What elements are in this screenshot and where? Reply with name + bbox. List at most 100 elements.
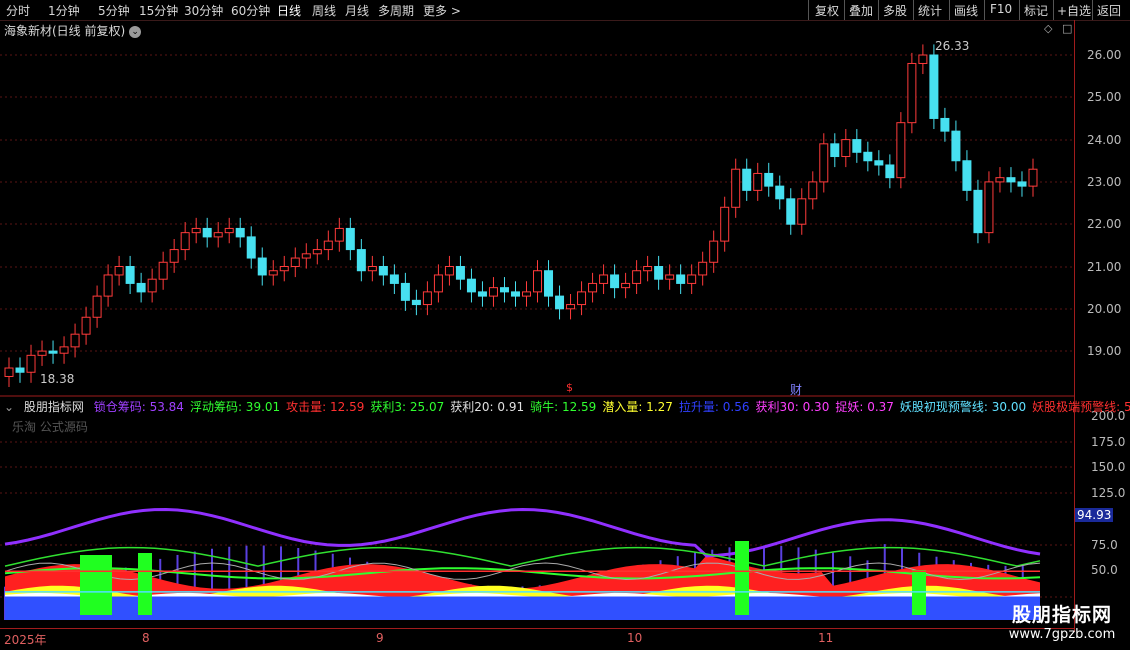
- candle-body: [147, 278, 157, 293]
- indicator-name[interactable]: 股朋指标网: [24, 400, 84, 414]
- candle-body: [863, 151, 873, 162]
- candle-body: [92, 295, 102, 318]
- overlay-button[interactable]: 叠加: [849, 2, 873, 19]
- toolbar-divider: [844, 0, 845, 20]
- price-tick: 22.00: [1087, 217, 1122, 231]
- candle-body: [775, 185, 785, 200]
- candle-body: [874, 160, 884, 166]
- candle-body: [1006, 177, 1016, 183]
- candle-body: [136, 282, 146, 293]
- signal-block: [138, 553, 152, 615]
- tab-30min[interactable]: 30分钟: [184, 2, 223, 19]
- add-watchlist-button[interactable]: +自选: [1057, 2, 1091, 19]
- tab-monthly[interactable]: 月线: [345, 2, 369, 19]
- f10-button[interactable]: F10: [990, 2, 1012, 16]
- candle-body: [499, 287, 509, 293]
- event-marker-finance[interactable]: 财: [790, 381, 802, 398]
- candle-body: [48, 350, 58, 354]
- multi-stock-button[interactable]: 多股: [883, 2, 907, 19]
- indicator-legend-item: 潜入量: 1.27: [602, 400, 673, 414]
- tab-5min[interactable]: 5分钟: [98, 2, 130, 19]
- tab-intraday[interactable]: 分时: [6, 2, 30, 19]
- event-marker-dividend[interactable]: $: [566, 381, 573, 394]
- candle-body: [632, 270, 642, 284]
- tab-more[interactable]: 更多 >: [423, 2, 461, 19]
- candle-body: [610, 274, 620, 289]
- watermark-title: 股朋指标网: [1011, 604, 1112, 626]
- candle-body: [268, 270, 278, 276]
- price-tick: 23.00: [1087, 175, 1122, 189]
- indicator-legend-item: 获利3: 25.07: [370, 400, 445, 414]
- attack-volume-area: [5, 555, 1040, 620]
- indicator-tick: 50.0: [1091, 563, 1118, 577]
- toolbar-divider: [1053, 0, 1054, 20]
- base-area: [5, 592, 1040, 620]
- date-label: 9: [376, 631, 384, 645]
- statistics-button[interactable]: 统计: [918, 2, 942, 19]
- candle-body: [907, 62, 917, 124]
- chevron-down-icon[interactable]: ⌄: [129, 25, 142, 38]
- candle-body: [786, 198, 796, 225]
- candle-body: [15, 367, 25, 373]
- candle-body: [455, 266, 465, 280]
- signal-block: [80, 555, 112, 615]
- mark-button[interactable]: 标记: [1024, 2, 1048, 19]
- candle-body: [1028, 168, 1038, 187]
- candle-body: [400, 282, 410, 301]
- candle-body: [334, 227, 344, 242]
- candle-body: [411, 299, 421, 306]
- indicator-legend-item: 获利30: 0.30: [755, 400, 830, 414]
- candle-body: [312, 249, 322, 255]
- diamond-icon[interactable]: ◇: [1044, 22, 1052, 35]
- candle-body: [180, 232, 190, 251]
- candle-body: [940, 117, 950, 132]
- candle-body: [841, 139, 851, 158]
- chart-canvas: [0, 44, 1075, 620]
- square-icon[interactable]: □: [1062, 22, 1072, 35]
- candle-body: [235, 227, 245, 238]
- chart-title[interactable]: 海象新材(日线 前复权) ⌄: [4, 22, 142, 39]
- indicator-legend-item: 妖股初现预警线: 30.00: [899, 400, 1027, 414]
- period-toolbar: 分时 1分钟 5分钟 15分钟 30分钟 60分钟 日线 周线 月线 多周期 更…: [0, 0, 1130, 21]
- float-chips-line: [4, 546, 1041, 567]
- date-label: 2025年: [4, 633, 47, 647]
- candle-body: [819, 143, 829, 183]
- indicator-header: ⌄ 股朋指标网 锁仓筹码: 53.84 浮动筹码: 39.01 攻击量: 12.59…: [4, 398, 1130, 415]
- candle-body: [753, 172, 763, 191]
- signal-block: [735, 541, 749, 615]
- candle-body: [367, 266, 377, 272]
- candle-body: [566, 304, 576, 310]
- candle-body: [709, 240, 719, 263]
- candle-body: [962, 160, 972, 191]
- indicator-legend-item: 拉升量: 0.56: [678, 400, 750, 414]
- tab-daily[interactable]: 日线: [277, 2, 301, 19]
- indicator-sub-label: 乐淘 公式源码: [12, 420, 88, 434]
- current-value-badge: 94.93: [1075, 508, 1114, 522]
- candle-body: [301, 253, 311, 259]
- candle-body: [764, 172, 774, 187]
- tab-60min[interactable]: 60分钟: [231, 2, 270, 19]
- tab-15min[interactable]: 15分钟: [139, 2, 178, 19]
- tab-weekly[interactable]: 周线: [312, 2, 336, 19]
- candle-body: [257, 257, 267, 276]
- indicator-legend-item: 捉妖: 0.37: [835, 400, 894, 414]
- candle-body: [885, 164, 895, 179]
- adjust-button[interactable]: 复权: [815, 2, 839, 19]
- back-button[interactable]: 返回: [1097, 2, 1121, 19]
- low-price-label: 18.38: [40, 372, 75, 386]
- price-tick: 19.00: [1087, 344, 1122, 358]
- draw-line-button[interactable]: 画线: [954, 2, 978, 19]
- candlestick-series: [4, 44, 1038, 388]
- candle-body: [125, 266, 135, 284]
- date-label: 8: [142, 631, 150, 645]
- indicator-tick: 150.0: [1091, 460, 1126, 474]
- tab-1min[interactable]: 1分钟: [48, 2, 80, 19]
- date-label: 10: [627, 631, 643, 645]
- tab-multi-period[interactable]: 多周期: [378, 2, 414, 19]
- settings-circle-icon[interactable]: ⌄: [4, 400, 14, 414]
- candle-body: [323, 240, 333, 251]
- watermark: 股朋指标网 www.7gpzb.com: [1000, 600, 1124, 642]
- high-price-label: 26.33: [935, 39, 970, 53]
- candle-body: [1017, 181, 1027, 187]
- candle-body: [246, 236, 256, 259]
